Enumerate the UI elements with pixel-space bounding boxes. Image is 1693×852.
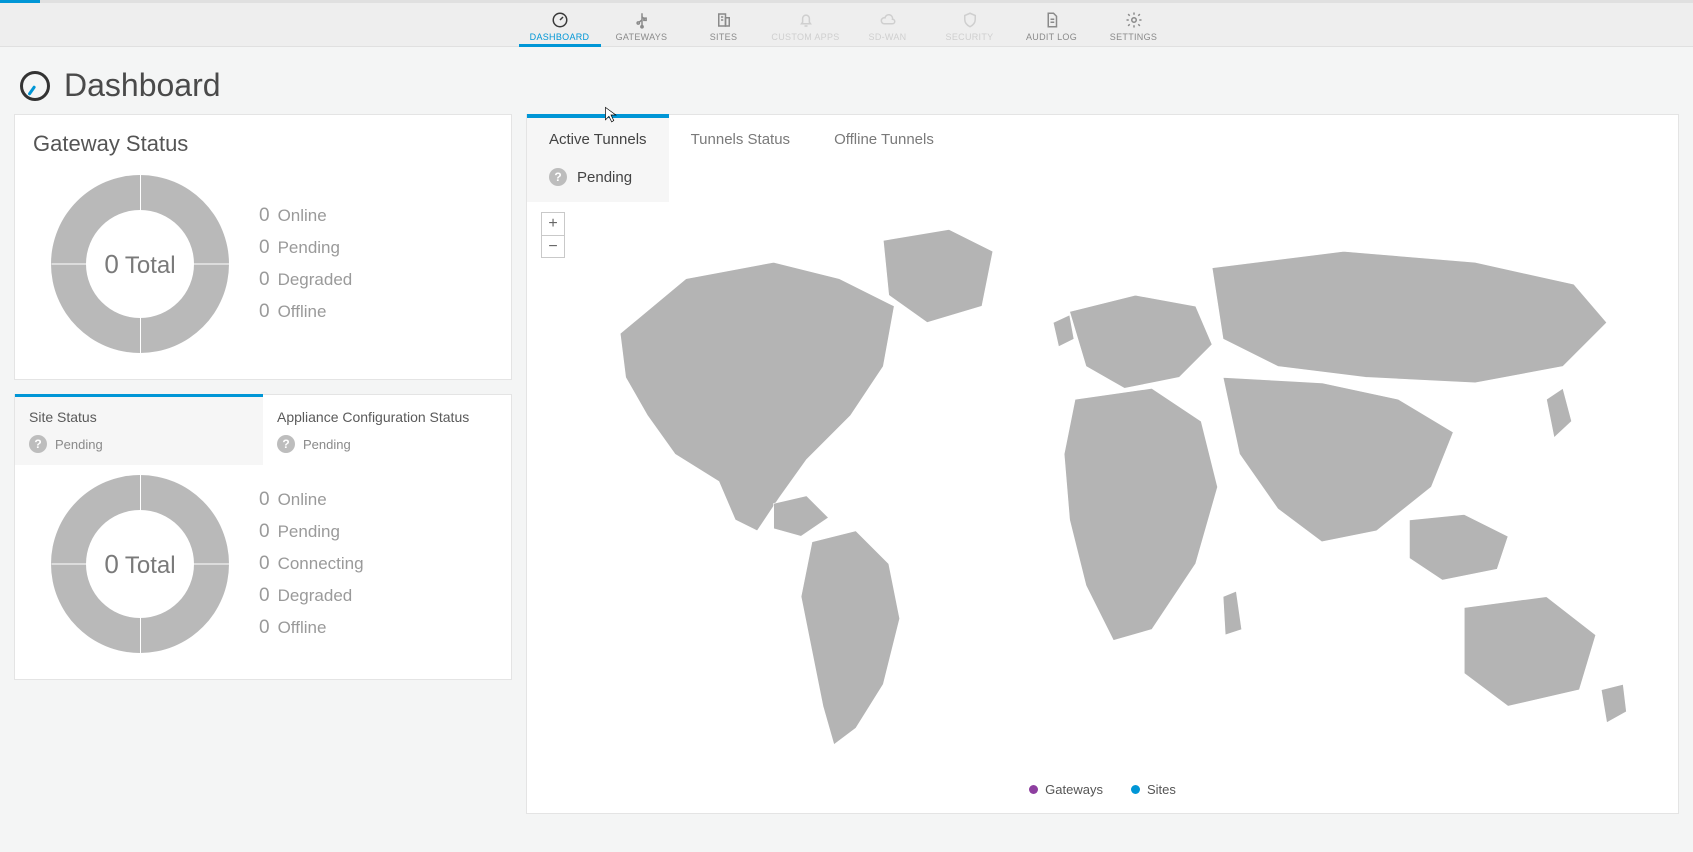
dot-blue-icon	[1131, 785, 1140, 794]
dashboard-gauge-icon	[20, 71, 50, 101]
gauge-icon	[551, 11, 569, 29]
gateway-total-label: Total	[125, 252, 176, 279]
tab-active-tunnels-label: Active Tunnels	[549, 131, 647, 148]
page-title: Dashboard	[64, 67, 221, 104]
tunnels-pending-label: Pending	[577, 169, 632, 186]
map-legend: Gateways Sites	[527, 772, 1678, 813]
legend-pending: 0Pending	[259, 521, 364, 543]
usb-icon	[633, 11, 651, 29]
site-legend: 0Online 0Pending 0Connecting 0Degraded 0…	[259, 489, 364, 639]
nav-dashboard[interactable]: DASHBOARD	[519, 3, 601, 46]
site-total-value: 0	[104, 549, 118, 579]
tunnel-tabs: Active Tunnels ? Pending Tunnels Status …	[527, 115, 956, 202]
legend-connecting: 0Connecting	[259, 553, 364, 575]
content-area: Gateway Status 0Total 0Online 0Pending 0…	[0, 114, 1693, 828]
legend-offline: 0Offline	[259, 301, 352, 323]
help-icon: ?	[277, 435, 295, 453]
tab-active-tunnels[interactable]: Active Tunnels ? Pending	[527, 115, 669, 202]
nav-sdwan[interactable]: SD-WAN	[847, 3, 929, 46]
gateway-status-title: Gateway Status	[15, 115, 511, 165]
map-zoom-control: + −	[541, 212, 565, 258]
site-total-label: Total	[125, 552, 176, 579]
left-column: Gateway Status 0Total 0Online 0Pending 0…	[14, 114, 512, 814]
nav-label: SD-WAN	[869, 32, 907, 42]
help-icon: ?	[549, 168, 567, 186]
gateway-donut-center: 0 Total	[104, 249, 175, 280]
tab-site-status-title: Site Status	[29, 409, 249, 425]
nav-custom-apps[interactable]: CUSTOM APPS	[765, 3, 847, 46]
zoom-in-button[interactable]: +	[542, 213, 564, 235]
gateway-status-card: Gateway Status 0 Total 0Online 0Pending 0…	[14, 114, 512, 380]
gateway-donut-wrap: 0 Total 0Online 0Pending 0Degraded 0Offli…	[15, 165, 511, 379]
legend-online: 0Online	[259, 489, 364, 511]
tab-appliance-config-title: Appliance Configuration Status	[277, 409, 497, 425]
site-donut-wrap: 0 Total 0Online 0Pending 0Connecting 0Deg…	[15, 465, 511, 679]
site-status-card: Site Status ? Pending Appliance Configur…	[14, 394, 512, 680]
site-donut-chart: 0 Total	[51, 475, 229, 653]
map-legend-sites: Sites	[1131, 782, 1176, 797]
zoom-out-button[interactable]: −	[542, 235, 564, 257]
dot-purple-icon	[1029, 785, 1038, 794]
nav-label: SETTINGS	[1110, 32, 1157, 42]
nav-security[interactable]: SECURITY	[929, 3, 1011, 46]
tab-offline-tunnels[interactable]: Offline Tunnels	[812, 115, 956, 202]
nav-label: SITES	[710, 32, 738, 42]
shield-icon	[961, 11, 979, 29]
legend-degraded: 0Degraded	[259, 269, 352, 291]
gateway-donut-chart: 0 Total	[51, 175, 229, 353]
world-map[interactable]: + −	[527, 202, 1678, 772]
tab-site-status[interactable]: Site Status ? Pending	[15, 395, 263, 465]
world-map-svg	[527, 202, 1678, 772]
gateway-legend: 0Online 0Pending 0Degraded 0Offline	[259, 205, 352, 323]
nav-gateways[interactable]: GATEWAYS	[601, 3, 683, 46]
nav-audit-log[interactable]: AUDIT LOG	[1011, 3, 1093, 46]
nav-settings[interactable]: SETTINGS	[1093, 3, 1175, 46]
legend-pending: 0Pending	[259, 237, 352, 259]
site-status-tabs: Site Status ? Pending Appliance Configur…	[15, 395, 511, 465]
map-legend-gateways: Gateways	[1029, 782, 1103, 797]
tab-tunnels-status[interactable]: Tunnels Status	[669, 115, 813, 202]
tab-appliance-config[interactable]: Appliance Configuration Status ? Pending	[263, 395, 511, 465]
gateway-total-value: 0	[104, 249, 118, 279]
site-donut-center: 0 Total	[104, 549, 175, 580]
building-icon	[715, 11, 733, 29]
nav-label: SECURITY	[946, 32, 994, 42]
top-nav-inner: DASHBOARD GATEWAYS SITES CUSTOM APPS SD-…	[519, 3, 1175, 46]
nav-label: AUDIT LOG	[1026, 32, 1077, 42]
cloud-icon	[879, 11, 897, 29]
tunnels-card: Active Tunnels ? Pending Tunnels Status …	[526, 114, 1679, 814]
doc-icon	[1043, 11, 1061, 29]
nav-sites[interactable]: SITES	[683, 3, 765, 46]
legend-offline: 0Offline	[259, 617, 364, 639]
appliance-config-pending-row: ? Pending	[277, 435, 497, 465]
site-status-pending-row: ? Pending	[29, 435, 249, 465]
map-legend-sites-label: Sites	[1147, 782, 1176, 797]
map-legend-gateways-label: Gateways	[1045, 782, 1103, 797]
nav-label: CUSTOM APPS	[771, 32, 839, 42]
bell-icon	[797, 11, 815, 29]
help-icon: ?	[29, 435, 47, 453]
legend-degraded: 0Degraded	[259, 585, 364, 607]
gear-icon	[1125, 11, 1143, 29]
page-header: Dashboard	[0, 47, 1693, 114]
top-nav: DASHBOARD GATEWAYS SITES CUSTOM APPS SD-…	[0, 3, 1693, 47]
site-status-pending-label: Pending	[55, 437, 103, 452]
nav-label: GATEWAYS	[616, 32, 668, 42]
appliance-config-pending-label: Pending	[303, 437, 351, 452]
legend-online: 0Online	[259, 205, 352, 227]
nav-label: DASHBOARD	[530, 32, 590, 42]
